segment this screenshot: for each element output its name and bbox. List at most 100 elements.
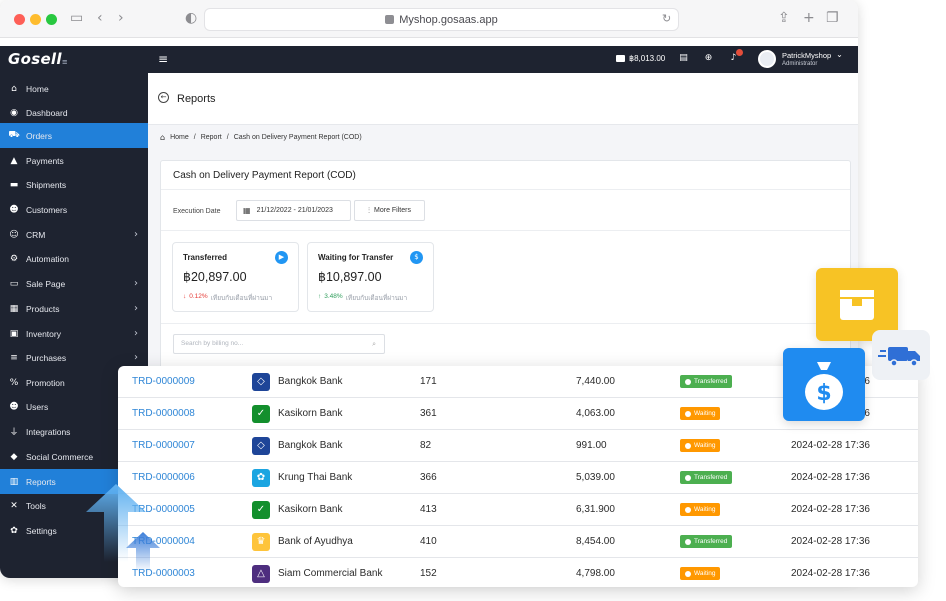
gosell-logo[interactable]: Gosell≡: [8, 50, 68, 68]
stat-change: ↑ 3.48% เทียบกับเดือนที่ผ่านมา: [318, 293, 407, 303]
crm-icon: ☺: [9, 229, 19, 240]
sidebar-item-sale-page[interactable]: ▭ Sale Page ›: [0, 271, 148, 296]
dashboard-icon: ◉: [10, 107, 18, 118]
app-top-bar: ≡ ฿8,013.00 ▤ ⊕ ♪ PatrickMyshop ⌄ Admini…: [148, 46, 858, 73]
calculator-icon[interactable]: ▤: [678, 53, 689, 64]
execution-date-label: Execution Date: [173, 208, 221, 215]
minimize-window-button[interactable]: [30, 14, 41, 25]
search-icon[interactable]: ⌕: [372, 335, 376, 353]
customers-icon: ☻: [9, 204, 19, 215]
more-filters-button[interactable]: ⫶ More Filters: [354, 200, 425, 221]
sidebar-toggle-icon[interactable]: ▭: [70, 10, 83, 26]
amount: 8,454.00: [576, 536, 615, 547]
add-circle-icon[interactable]: ⊕: [703, 53, 714, 64]
new-tab-icon[interactable]: +: [803, 10, 815, 26]
execution-datetime: 2024-02-28 17:36: [791, 440, 870, 451]
bank-name: Bangkok Bank: [278, 440, 343, 451]
stat-change-percent: 0.12%: [189, 293, 208, 300]
chevron-right-icon: ›: [134, 328, 138, 339]
transaction-id-link[interactable]: TRD-0000007: [132, 440, 195, 451]
stat-change-percent: 3.48%: [324, 293, 343, 300]
chevron-right-icon: ›: [134, 229, 138, 240]
status-dot-icon: [685, 378, 691, 385]
reload-icon[interactable]: ↻: [662, 12, 671, 25]
automation-icon: ⚙: [9, 253, 19, 264]
cart-icon: ⛟: [8, 130, 20, 140]
sidebar-item-home[interactable]: ⌂ Home: [0, 76, 148, 101]
users-icon: ☻: [9, 401, 19, 412]
maximize-window-button[interactable]: [46, 14, 57, 25]
amount: 4,063.00: [576, 408, 615, 419]
bank-logo-icon: ✓: [252, 405, 270, 423]
up-arrow-decoration-small: [126, 532, 160, 572]
sidebar-item-crm[interactable]: ☺ CRM ›: [0, 222, 148, 247]
transaction-id-link[interactable]: TRD-0000006: [132, 472, 195, 483]
status-label: Transferred: [694, 538, 728, 545]
arrow-up-icon: ↑: [318, 293, 322, 300]
sidebar-item-automation[interactable]: ⚙ Automation: [0, 246, 148, 271]
status-dot-icon: [685, 506, 691, 513]
share-icon[interactable]: ⇪: [778, 10, 790, 26]
stat-value: ฿20,897.00: [183, 270, 247, 284]
sale-page-icon: ▭: [9, 278, 19, 289]
avatar[interactable]: [758, 50, 776, 68]
breadcrumb-home[interactable]: Home: [170, 134, 189, 141]
order-count: 410: [420, 536, 437, 547]
status-badge: Transferred: [680, 535, 733, 548]
transaction-id-link[interactable]: TRD-0000008: [132, 408, 195, 419]
search-placeholder: Search by billing no...: [181, 340, 244, 347]
amount: 991.00: [576, 440, 607, 451]
sidebar-item-label: Home: [26, 83, 49, 94]
sidebar-item-orders[interactable]: ⛟ Orders: [0, 123, 148, 148]
shield-icon[interactable]: ◐: [185, 10, 197, 26]
browser-titlebar: ▭ ‹ › ◐ Myshop.gosaas.app ↻ ⇪ + ❐: [0, 0, 858, 38]
status-label: Transferred: [694, 378, 728, 385]
tabs-overview-icon[interactable]: ❐: [826, 10, 839, 26]
sidebar-item-products[interactable]: ▦ Products ›: [0, 296, 148, 321]
sidebar-item-customers[interactable]: ☻ Customers: [0, 197, 148, 222]
wallet-balance[interactable]: ฿8,013.00: [616, 54, 665, 63]
breadcrumb-report[interactable]: Report: [201, 134, 222, 141]
sidebar-item-inventory[interactable]: ▣ Inventory ›: [0, 321, 148, 346]
table-row[interactable]: TRD-0000007 ◇ Bangkok Bank 82 991.00 Waiting 2…: [118, 430, 918, 462]
table-row[interactable]: TRD-0000004 ♛ Bank of Ayudhya 410 8,454.00 Tr…: [118, 526, 918, 558]
sidebar-item-dashboard[interactable]: ◉ Dashboard: [0, 100, 148, 125]
home-icon[interactable]: ⌂: [160, 133, 165, 142]
status-dot-icon: [685, 570, 691, 577]
status-label: Waiting: [694, 570, 716, 577]
billing-search-input[interactable]: Search by billing no... ⌕: [173, 334, 385, 354]
status-badge: Waiting: [680, 567, 721, 580]
chevron-down-icon[interactable]: ⌄: [834, 50, 845, 61]
payments-icon: ▲: [10, 155, 18, 166]
sidebar-item-label: Social Commerce: [26, 451, 94, 462]
sidebar-item-label: Orders: [26, 130, 52, 141]
order-count: 361: [420, 408, 437, 419]
bank-name: Bangkok Bank: [278, 376, 343, 387]
logo-text: Gosell: [8, 50, 62, 68]
table-row[interactable]: TRD-0000006 ✿ Krung Thai Bank 366 5,039.00 Tr…: [118, 462, 918, 494]
arrow-down-icon: ↓: [183, 293, 187, 300]
sidebar-item-payments[interactable]: ▲ Payments: [0, 148, 148, 173]
table-row[interactable]: TRD-0000005 ✓ Kasikorn Bank 413 6,31.900 Wait…: [118, 494, 918, 526]
status-badge: Transferred: [680, 471, 733, 484]
report-title: Cash on Delivery Payment Report (COD): [173, 170, 356, 181]
user-name[interactable]: PatrickMyshop: [782, 51, 831, 60]
address-bar[interactable]: Myshop.gosaas.app: [204, 8, 679, 31]
forward-arrow-icon[interactable]: ›: [118, 10, 124, 26]
truck-icon: ▶: [275, 251, 288, 264]
close-window-button[interactable]: [14, 14, 25, 25]
transaction-id-link[interactable]: TRD-0000009: [132, 376, 195, 387]
status-badge: Waiting: [680, 439, 721, 452]
date-range-picker[interactable]: ▦ 21/12/2022 - 21/01/2023: [236, 200, 351, 221]
hamburger-menu-icon[interactable]: ≡: [158, 52, 168, 66]
url-text: Myshop.gosaas.app: [399, 13, 498, 26]
sidebar-item-label: Purchases: [26, 352, 67, 363]
stat-compare-text: เทียบกับเดือนที่ผ่านมา: [345, 295, 408, 302]
sidebar-item-shipments[interactable]: ▬ Shipments: [0, 172, 148, 197]
sidebar-item-label: Users: [26, 401, 49, 412]
sidebar-item-label: CRM: [26, 229, 46, 240]
back-circle-icon[interactable]: ←: [158, 92, 169, 103]
back-arrow-icon[interactable]: ‹: [97, 10, 103, 26]
table-row[interactable]: TRD-0000003 △ Siam Commercial Bank 152 4,798…: [118, 558, 918, 587]
execution-datetime: 2024-02-28 17:36: [791, 536, 870, 547]
